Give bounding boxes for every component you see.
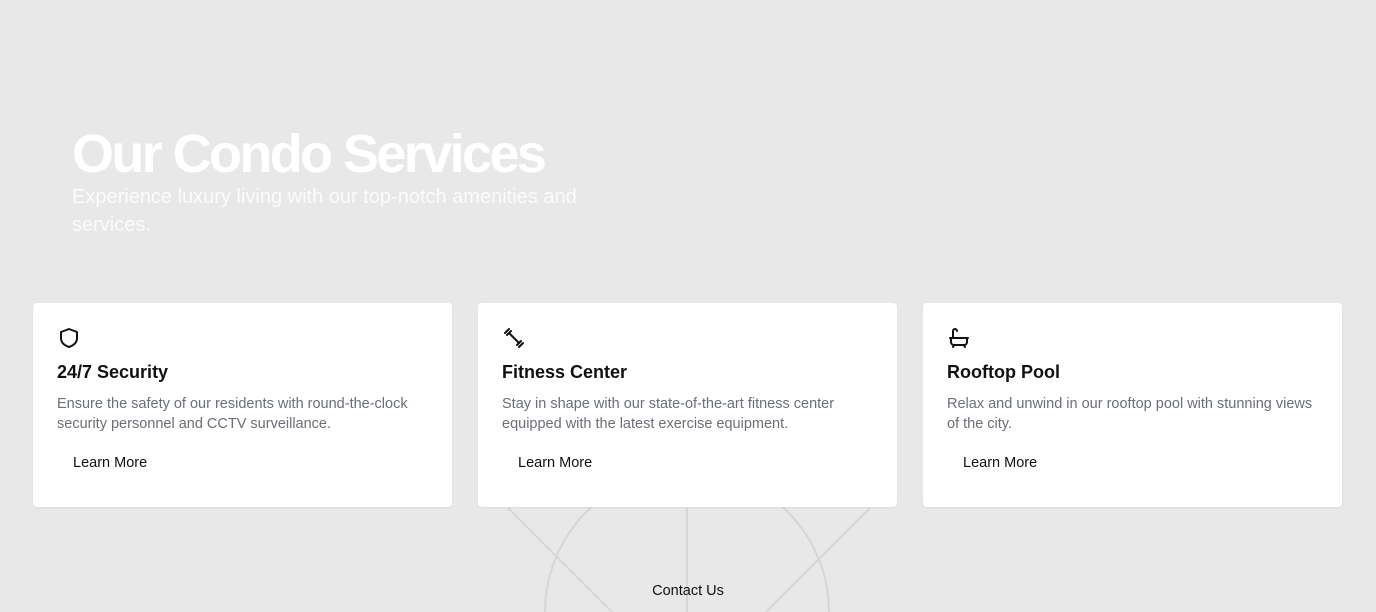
dumbbell-icon xyxy=(502,326,526,350)
service-card-security: 24/7 Security Ensure the safety of our r… xyxy=(33,303,452,507)
contact-us-link[interactable]: Contact Us xyxy=(652,581,724,601)
service-description: Ensure the safety of our residents with … xyxy=(57,396,408,432)
service-title: 24/7 Security xyxy=(57,362,169,382)
shield-icon xyxy=(57,326,81,350)
service-description: Stay in shape with our state-of-the-art … xyxy=(502,396,835,432)
page-subtitle: Experience luxury living with our top-no… xyxy=(72,186,577,236)
learn-more-button[interactable]: Learn More xyxy=(947,451,1053,475)
service-card-fitness: Fitness Center Stay in shape with our st… xyxy=(478,303,897,507)
services-list: 24/7 Security Ensure the safety of our r… xyxy=(33,303,1343,507)
learn-more-button[interactable]: Learn More xyxy=(57,451,163,475)
bath-icon xyxy=(947,326,971,350)
hero-section: Our Condo Services Experience luxury liv… xyxy=(72,122,672,239)
service-description: Relax and unwind in our rooftop pool wit… xyxy=(947,396,1313,432)
service-title: Rooftop Pool xyxy=(947,362,1060,382)
service-title: Fitness Center xyxy=(502,362,628,382)
page-title: Our Condo Services xyxy=(72,124,547,184)
learn-more-button[interactable]: Learn More xyxy=(502,451,608,475)
service-card-pool: Rooftop Pool Relax and unwind in our roo… xyxy=(923,303,1342,507)
